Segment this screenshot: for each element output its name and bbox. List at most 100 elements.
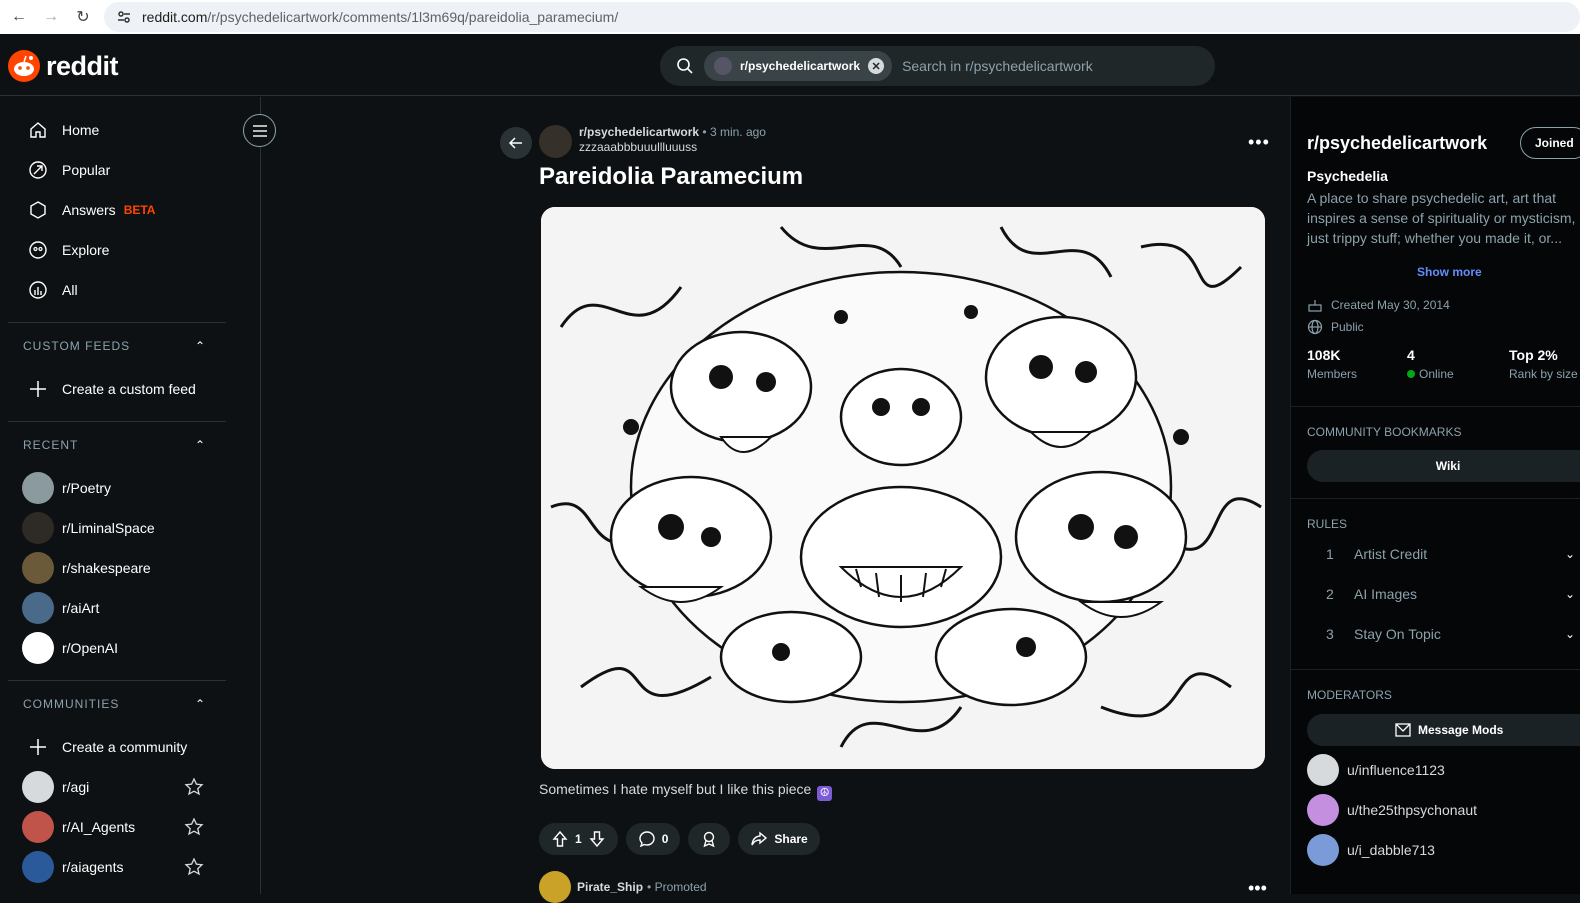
create-community[interactable]: Create a community bbox=[0, 727, 260, 767]
beta-badge: BETA bbox=[123, 203, 156, 217]
nav-answers[interactable]: Answers BETA bbox=[0, 190, 260, 230]
home-icon bbox=[27, 119, 49, 141]
custom-feeds-header[interactable]: CUSTOM FEEDS ⌃ bbox=[0, 323, 260, 369]
show-more-link[interactable]: Show more bbox=[1417, 265, 1482, 279]
chevron-down-icon[interactable]: ⌄ bbox=[1565, 627, 1575, 641]
community-name[interactable]: r/psychedelicartwork bbox=[1307, 133, 1487, 154]
search-scope-chip[interactable]: r/psychedelicartwork ✕ bbox=[704, 51, 893, 81]
vote-count: 1 bbox=[575, 832, 582, 846]
award-button[interactable] bbox=[688, 823, 731, 855]
back-button[interactable] bbox=[500, 127, 532, 159]
cake-icon bbox=[1308, 300, 1322, 312]
subreddit-avatar bbox=[22, 592, 54, 624]
rank-value: Top 2% bbox=[1509, 347, 1558, 363]
community-item[interactable]: r/aiagents bbox=[0, 847, 260, 887]
promoted-name[interactable]: Pirate_Ship bbox=[577, 880, 643, 894]
members-stat: 108K Members bbox=[1307, 347, 1357, 381]
post-subreddit-link[interactable]: r/psychedelicartwork bbox=[579, 125, 699, 139]
communities-heading: COMMUNITIES bbox=[23, 697, 120, 711]
moderator-item[interactable]: u/the25thpsychonaut bbox=[1307, 794, 1477, 826]
wiki-label: Wiki bbox=[1435, 459, 1461, 473]
more-options-icon[interactable]: ••• bbox=[1248, 132, 1270, 153]
chevron-up-icon[interactable]: ⌃ bbox=[195, 438, 206, 452]
openai-avatar bbox=[22, 632, 54, 664]
left-sidebar: Home Popular Answers BETA Explore All CU… bbox=[0, 97, 261, 894]
mail-icon bbox=[1395, 723, 1411, 737]
star-icon[interactable] bbox=[184, 817, 204, 837]
arrow-left-icon bbox=[508, 137, 522, 149]
rank-stat: Top 2% Rank by size bbox=[1509, 347, 1578, 381]
rule-number: 3 bbox=[1326, 626, 1334, 642]
subreddit-avatar bbox=[22, 472, 54, 504]
communities-header[interactable]: COMMUNITIES ⌃ bbox=[0, 681, 260, 727]
upvote-icon[interactable] bbox=[551, 830, 569, 848]
chevron-down-icon[interactable]: ⌄ bbox=[1565, 547, 1575, 561]
search-scope-label: r/psychedelicartwork bbox=[740, 59, 861, 73]
search-input[interactable] bbox=[902, 58, 1203, 74]
promoted-post[interactable]: Pirate_Ship • Promoted bbox=[539, 871, 707, 903]
peace-emoji: ☮ bbox=[817, 786, 833, 801]
nav-popular[interactable]: Popular bbox=[0, 150, 260, 190]
nav-answers-label: Answers bbox=[62, 202, 116, 218]
site-settings-icon[interactable] bbox=[114, 7, 134, 27]
nav-explore[interactable]: Explore bbox=[0, 230, 260, 270]
rule-item[interactable]: 1 Artist Credit ⌄ bbox=[1307, 546, 1580, 562]
wiki-button[interactable]: Wiki bbox=[1307, 450, 1580, 482]
chevron-up-icon[interactable]: ⌃ bbox=[195, 697, 206, 711]
community-sidebar: r/psychedelicartwork Joined Psychedelia … bbox=[1290, 97, 1580, 894]
nav-explore-label: Explore bbox=[62, 242, 110, 258]
recent-item[interactable]: r/LiminalSpace bbox=[0, 508, 260, 548]
rank-label: Rank by size bbox=[1509, 367, 1578, 381]
back-arrow-icon[interactable]: ← bbox=[6, 4, 32, 30]
rule-title: Stay On Topic bbox=[1354, 626, 1441, 642]
answers-icon bbox=[27, 199, 49, 221]
share-button[interactable]: Share bbox=[738, 823, 820, 855]
subreddit-avatar bbox=[22, 811, 54, 843]
downvote-icon[interactable] bbox=[588, 830, 606, 848]
comments-button[interactable]: 0 bbox=[625, 823, 681, 855]
star-icon[interactable] bbox=[184, 777, 204, 797]
nav-all[interactable]: All bbox=[0, 270, 260, 310]
bookmarks-heading: COMMUNITY BOOKMARKS bbox=[1307, 425, 1462, 439]
chevron-down-icon[interactable]: ⌄ bbox=[1565, 587, 1575, 601]
community-title: Psychedelia bbox=[1307, 168, 1388, 184]
rule-item[interactable]: 2 AI Images ⌄ bbox=[1307, 586, 1580, 602]
rule-item[interactable]: 3 Stay On Topic ⌄ bbox=[1307, 626, 1580, 642]
message-mods-button[interactable]: Message Mods bbox=[1307, 714, 1580, 746]
promoted-tag: • Promoted bbox=[647, 880, 707, 894]
joined-button[interactable]: Joined bbox=[1520, 127, 1580, 159]
post-author-link[interactable]: zzzaaabbbuuullluuuss bbox=[579, 140, 766, 155]
moderator-item[interactable]: u/i_dabble713 bbox=[1307, 834, 1435, 866]
star-icon[interactable] bbox=[184, 857, 204, 877]
recent-item[interactable]: r/Poetry bbox=[0, 468, 260, 508]
nav-home[interactable]: Home bbox=[0, 110, 260, 150]
subreddit-avatar[interactable] bbox=[539, 125, 572, 158]
created-date: Created May 30, 2014 bbox=[1331, 298, 1450, 312]
globe-icon bbox=[1307, 319, 1323, 335]
create-custom-feed[interactable]: Create a custom feed bbox=[0, 369, 260, 409]
community-item[interactable]: r/agi bbox=[0, 767, 260, 807]
collapse-sidebar-button[interactable] bbox=[243, 114, 276, 147]
reddit-logo[interactable]: reddit bbox=[8, 50, 119, 82]
community-item-label: r/AI_Agents bbox=[62, 819, 136, 835]
chevron-up-icon[interactable]: ⌃ bbox=[195, 339, 206, 353]
recent-item[interactable]: r/OpenAI bbox=[0, 628, 260, 668]
reload-icon[interactable]: ↻ bbox=[70, 4, 96, 30]
more-options-icon[interactable]: ••• bbox=[1248, 878, 1267, 899]
recent-item[interactable]: r/aiArt bbox=[0, 588, 260, 628]
address-bar[interactable]: reddit.com/r/psychedelicartwork/comments… bbox=[104, 2, 1580, 32]
vote-bar: 1 bbox=[539, 823, 618, 855]
popular-icon bbox=[27, 159, 49, 181]
online-value: 4 bbox=[1407, 347, 1415, 363]
visibility-row: Public bbox=[1307, 319, 1364, 335]
post-image[interactable] bbox=[539, 205, 1267, 771]
clear-scope-icon[interactable]: ✕ bbox=[868, 58, 885, 74]
community-item[interactable]: r/AI_Agents bbox=[0, 807, 260, 847]
recent-item[interactable]: r/shakespeare bbox=[0, 548, 260, 588]
recent-header[interactable]: RECENT ⌃ bbox=[0, 422, 260, 468]
rule-title: Artist Credit bbox=[1354, 546, 1428, 562]
search-bar[interactable]: r/psychedelicartwork ✕ bbox=[660, 46, 1215, 86]
moderator-item[interactable]: u/influence1123 bbox=[1307, 754, 1445, 786]
post-title: Pareidolia Paramecium bbox=[539, 163, 804, 190]
forward-arrow-icon[interactable]: → bbox=[38, 4, 64, 30]
